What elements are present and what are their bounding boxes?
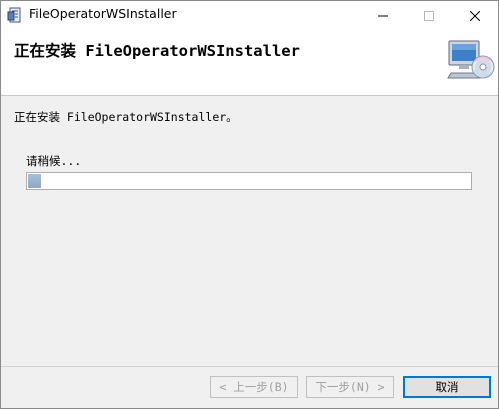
installer-app-icon <box>7 6 23 24</box>
title-bar[interactable]: FileOperatorWSInstaller <box>1 1 498 29</box>
cancel-button[interactable]: 取消 <box>403 376 491 398</box>
install-progress-bar <box>26 172 472 190</box>
maximize-button[interactable] <box>406 1 452 29</box>
header-title: 正在安装 FileOperatorWSInstaller <box>14 42 300 60</box>
footer-divider <box>1 366 498 367</box>
close-button[interactable] <box>452 1 498 29</box>
install-status-text: 正在安装 FileOperatorWSInstaller。 <box>14 110 238 124</box>
next-button[interactable]: 下一步(N) > <box>306 376 394 398</box>
installer-window: FileOperatorWSInstaller 正在安装 FileOperato… <box>0 0 499 409</box>
minimize-icon <box>378 6 388 25</box>
please-wait-label: 请稍候... <box>26 154 82 168</box>
window-title: FileOperatorWSInstaller <box>29 6 177 21</box>
minimize-button[interactable] <box>360 1 406 29</box>
close-icon <box>469 6 481 25</box>
header-banner: 正在安装 FileOperatorWSInstaller <box>1 29 498 96</box>
progress-fill <box>28 174 41 188</box>
back-button[interactable]: < 上一步(B) <box>210 376 298 398</box>
maximize-icon <box>424 6 434 25</box>
computer-with-disc-icon <box>446 39 496 83</box>
